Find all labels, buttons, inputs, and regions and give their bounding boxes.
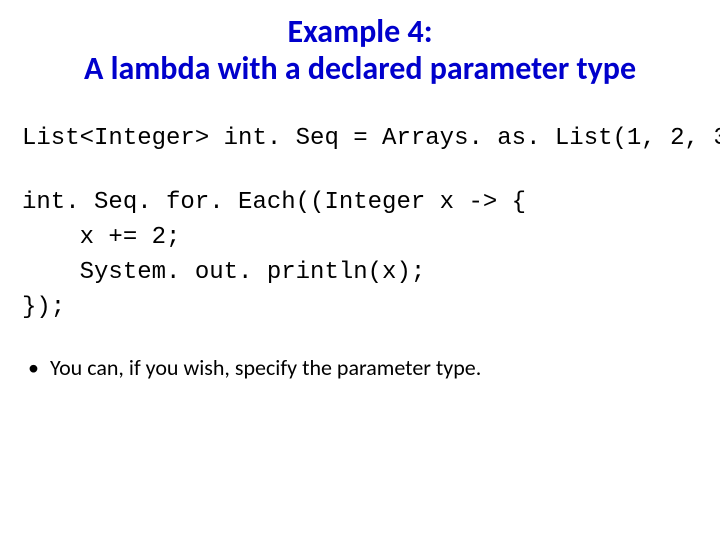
slide: Example 4: A lambda with a declared para… [0,0,720,540]
slide-title: Example 4: A lambda with a declared para… [0,0,720,88]
code-line-declaration: List<Integer> int. Seq = Arrays. as. Lis… [0,122,720,157]
bullet-list: You can, if you wish, specify the parame… [0,354,720,383]
title-line-2: A lambda with a declared parameter type [0,51,720,88]
code-block-foreach: int. Seq. for. Each((Integer x -> { x +=… [0,186,720,325]
bullet-item: You can, if you wish, specify the parame… [28,354,720,383]
title-line-1: Example 4: [0,14,720,51]
